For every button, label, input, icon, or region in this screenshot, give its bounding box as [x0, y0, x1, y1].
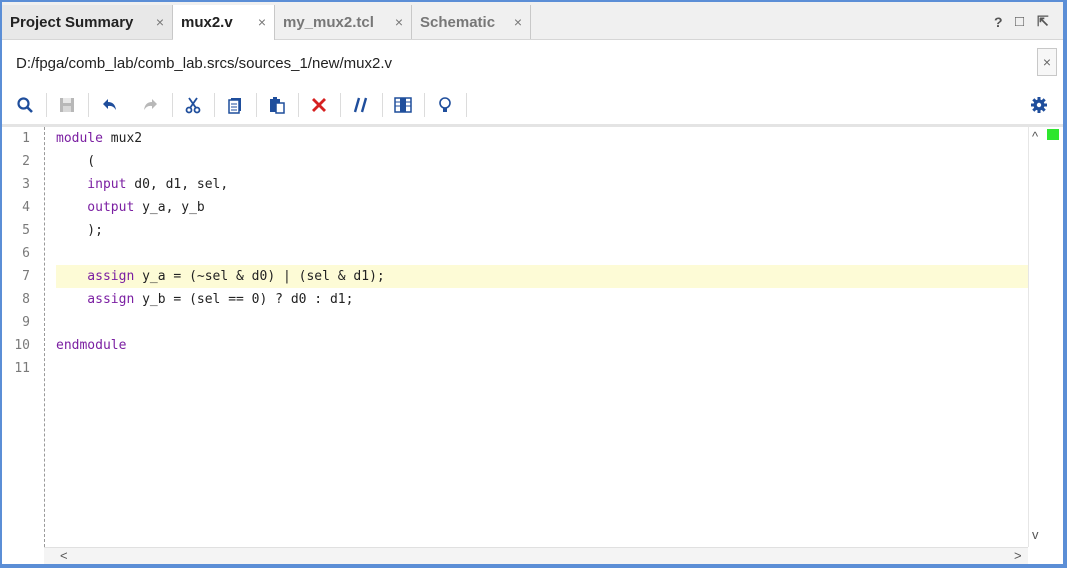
code-line[interactable]: ); — [56, 220, 103, 242]
tab-label: my_mux2.tcl — [283, 13, 374, 31]
vertical-scrollbar[interactable]: ^ v — [1028, 127, 1045, 547]
scroll-down-icon[interactable]: v — [1032, 527, 1039, 542]
code-line[interactable]: endmodule — [56, 335, 126, 357]
line-number: 7 — [22, 269, 30, 284]
code-line[interactable]: ( — [56, 151, 95, 173]
line-number: 1 — [22, 131, 30, 146]
tab-label: Project Summary — [10, 13, 134, 31]
code-line[interactable]: assign y_b = (sel == 0) ? d0 : d1; — [56, 289, 353, 311]
undo-icon[interactable] — [99, 95, 119, 115]
tab-label: Schematic — [420, 13, 496, 31]
code-line[interactable]: input d0, d1, sel, — [56, 174, 228, 196]
line-number-gutter: 1 2 3 4 5 6 7 8 9 10 11 — [2, 127, 45, 547]
settings-gear-icon[interactable] — [1029, 95, 1049, 115]
comment-icon[interactable] — [351, 95, 371, 115]
close-icon[interactable]: × — [395, 14, 403, 30]
copy-icon[interactable] — [225, 95, 245, 115]
code-editor[interactable]: 1 2 3 4 5 6 7 8 9 10 11 module mux2 ( in… — [2, 127, 1063, 564]
close-path-button[interactable]: × — [1037, 48, 1057, 76]
tab-project-summary[interactable]: Project Summary × — [2, 5, 173, 39]
code-area[interactable]: module mux2 ( input d0, d1, sel, output … — [44, 127, 1028, 547]
tab-my-mux2-tcl[interactable]: my_mux2.tcl × — [275, 5, 412, 39]
horizontal-scrollbar[interactable]: < > — [44, 547, 1028, 564]
tab-label: mux2.v — [181, 14, 233, 31]
scroll-left-icon[interactable]: < — [60, 548, 68, 563]
tab-schematic[interactable]: Schematic × — [412, 5, 531, 39]
scroll-right-icon[interactable]: > — [1014, 548, 1022, 563]
code-line[interactable]: assign y_a = (~sel & d0) | (sel & d1); — [56, 266, 384, 288]
line-number: 5 — [22, 223, 30, 238]
editor-toolbar — [2, 86, 1063, 127]
file-path-bar: D:/fpga/comb_lab/comb_lab.srcs/sources_1… — [2, 40, 1063, 86]
status-marker-column — [1045, 127, 1059, 547]
line-number: 4 — [22, 200, 30, 215]
line-number: 6 — [22, 246, 30, 261]
tab-mux2-v[interactable]: mux2.v × — [173, 5, 275, 40]
help-icon[interactable]: ? — [994, 14, 1003, 30]
line-number: 11 — [14, 361, 30, 376]
tab-bar: Project Summary × mux2.v × my_mux2.tcl ×… — [2, 2, 1063, 40]
search-icon[interactable] — [15, 95, 35, 115]
column-select-icon[interactable] — [393, 95, 413, 115]
redo-icon[interactable] — [141, 95, 161, 115]
code-line[interactable]: module mux2 — [56, 128, 142, 150]
close-icon[interactable]: × — [514, 14, 522, 30]
code-line[interactable]: output y_a, y_b — [56, 197, 204, 219]
line-number: 9 — [22, 315, 30, 330]
cut-icon[interactable] — [183, 95, 203, 115]
restore-icon[interactable]: □ — [1015, 13, 1024, 30]
save-icon[interactable] — [57, 95, 77, 115]
no-errors-marker — [1047, 129, 1059, 140]
lightbulb-icon[interactable] — [435, 95, 455, 115]
line-number: 2 — [22, 154, 30, 169]
line-number: 3 — [22, 177, 30, 192]
editor-window: Project Summary × mux2.v × my_mux2.tcl ×… — [2, 2, 1063, 564]
paste-icon[interactable] — [267, 95, 287, 115]
line-number: 8 — [22, 292, 30, 307]
float-icon[interactable]: ⇱ — [1037, 13, 1049, 30]
line-number: 10 — [14, 338, 30, 353]
delete-icon[interactable] — [309, 95, 329, 115]
close-icon[interactable]: × — [258, 14, 266, 30]
close-icon[interactable]: × — [156, 14, 164, 30]
scroll-up-icon[interactable]: ^ — [1032, 129, 1038, 144]
file-path: D:/fpga/comb_lab/comb_lab.srcs/sources_1… — [16, 55, 393, 72]
